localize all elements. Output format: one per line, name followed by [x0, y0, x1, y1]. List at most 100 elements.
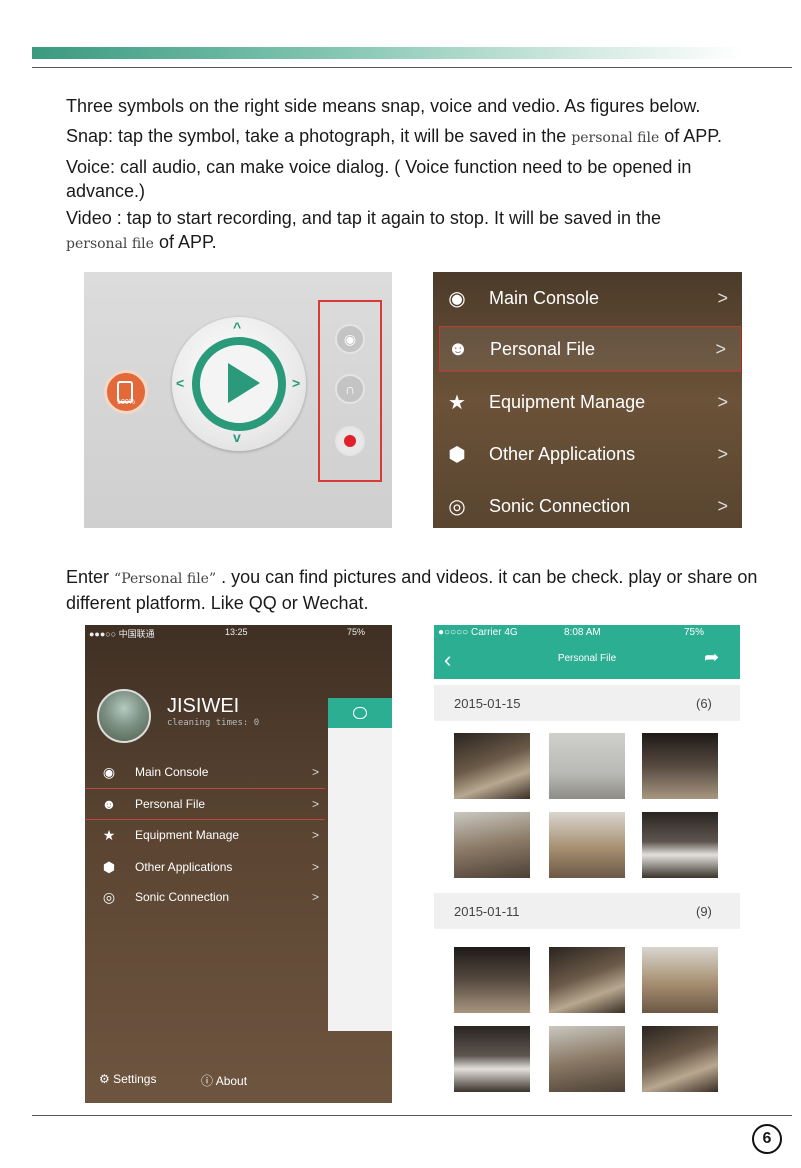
personal-file-icon: ☻ — [101, 796, 117, 812]
chevron-right-icon: > — [311, 765, 319, 779]
drawer-item-main-console[interactable]: ◉ Main Console > — [85, 757, 325, 787]
group-date: 2015-01-15 — [454, 696, 521, 711]
console-icon: ◉ — [448, 287, 466, 310]
drawer-item-personal-file[interactable]: ☻ Personal File > — [85, 788, 325, 820]
photo-thumbnail[interactable] — [642, 733, 718, 799]
main-content-peek[interactable] — [328, 698, 392, 1031]
menu-screenshot: ◉ Main Console > ☻ Personal File > ★ Equ… — [433, 272, 742, 528]
star-icon: ★ — [448, 391, 466, 414]
enter-personal-file: “Personal file” — [114, 571, 217, 587]
menu-icon[interactable] — [353, 707, 367, 719]
avatar[interactable] — [97, 689, 151, 743]
group-count: (6) — [696, 696, 712, 711]
drawer-item-sonic-connection[interactable]: ◎ Sonic Connection > — [85, 882, 325, 912]
console-icon: ◉ — [102, 763, 116, 780]
right-arrow-icon[interactable]: > — [292, 375, 300, 391]
carrier-text: ●○○○○ Carrier 4G — [438, 627, 518, 638]
about-label: About — [215, 1074, 248, 1088]
menu-item-label: Main Console — [489, 287, 600, 308]
drawer-item-label: Other Applications — [135, 860, 233, 874]
photo-thumbnail[interactable] — [549, 733, 625, 799]
play-icon — [228, 363, 260, 403]
menu-item-equipment-manage[interactable]: ★ Equipment Manage > — [433, 376, 742, 428]
chevron-right-icon: > — [717, 495, 728, 516]
menu-item-personal-file[interactable]: ☻ Personal File > — [439, 326, 741, 372]
photo-thumbnail[interactable] — [454, 947, 530, 1013]
status-battery: 75% — [684, 627, 705, 638]
about-button[interactable]: ⓘ About — [201, 1072, 247, 1089]
photo-thumbnail[interactable] — [642, 947, 718, 1013]
snap-text: Snap: tap the symbol, take a photograph,… — [66, 126, 572, 146]
drawer-item-label: Personal File — [135, 797, 206, 811]
menu-item-sonic-connection[interactable]: ◎ Sonic Connection > — [433, 480, 742, 528]
photo-thumbnail[interactable] — [549, 947, 625, 1013]
video-personal-file: personal file — [66, 236, 154, 252]
chevron-right-icon: > — [311, 890, 319, 904]
info-icon: ⓘ — [201, 1074, 214, 1088]
record-icon — [344, 435, 356, 447]
status-battery: 75% — [347, 627, 366, 637]
photo-thumbnail[interactable] — [549, 1026, 625, 1092]
group-date: 2015-01-11 — [454, 904, 520, 919]
cleaning-times: cleaning times: 0 — [167, 718, 260, 728]
drawer-item-label: Main Console — [135, 765, 209, 779]
gallery-screenshot: ●○○○○ Carrier 4G 8:08 AM 75% ‹ Personal … — [434, 625, 740, 1103]
record-button[interactable] — [335, 426, 365, 456]
down-arrow-icon[interactable]: v — [233, 429, 241, 445]
share-icon[interactable]: ➦ — [704, 647, 719, 668]
drawer-screenshot: ●●●○○ 中国联通 13:25 75% JISIWEI cleaning ti… — [85, 625, 392, 1103]
drawer-item-other-applications[interactable]: ⬢ Other Applications > — [85, 852, 325, 882]
group-count: (9) — [696, 904, 712, 919]
date-header: 2015-01-11 (9) — [434, 893, 740, 929]
left-arrow-icon[interactable]: < — [176, 375, 184, 391]
menu-item-label: Equipment Manage — [489, 391, 646, 412]
photo-thumbnail[interactable] — [454, 733, 530, 799]
snap-text-end: of APP. — [659, 126, 722, 146]
photo-thumbnail[interactable] — [454, 1026, 530, 1092]
video-text-end: of APP. — [153, 232, 217, 252]
headphones-icon[interactable]: ∩ — [335, 374, 365, 404]
gear-icon: ⚙ — [99, 1072, 110, 1086]
up-arrow-icon[interactable]: ^ — [233, 319, 241, 335]
nav-title: Personal File — [557, 653, 617, 664]
chevron-right-icon: > — [717, 391, 728, 412]
menu-item-other-applications[interactable]: ⬢ Other Applications > — [433, 428, 742, 480]
enter-paragraph: Enter “Personal file” . you can find pic… — [66, 565, 766, 615]
settings-label: Settings — [113, 1072, 157, 1086]
menu-item-main-console[interactable]: ◉ Main Console > — [433, 272, 742, 324]
header-rule — [32, 67, 792, 68]
symbols-highlight: ◉ ∩ — [318, 300, 382, 482]
sonic-icon: ◎ — [102, 888, 116, 905]
video-text: Video : tap to start recording, and tap … — [66, 208, 662, 228]
direction-dial[interactable]: ^ v < > — [172, 317, 306, 451]
photo-thumbnail[interactable] — [549, 812, 625, 878]
settings-button[interactable]: ⚙ Settings — [99, 1072, 156, 1086]
status-time: 13:25 — [225, 627, 248, 637]
photo-thumbnail[interactable] — [642, 1026, 718, 1092]
play-button[interactable] — [192, 337, 286, 431]
status-bar: ●○○○○ Carrier 4G 8:08 AM 75% — [434, 625, 740, 641]
drawer-item-label: Sonic Connection — [135, 890, 230, 904]
nav-bar: ‹ Personal File ➦ — [434, 641, 740, 679]
battery-percent: 100% — [117, 399, 135, 406]
menu-item-label: Other Applications — [489, 443, 636, 464]
control-screenshot: 100% ^ v < > ◉ ∩ — [84, 272, 392, 528]
personal-file-icon: ☻ — [447, 337, 469, 360]
menu-item-label: Sonic Connection — [489, 495, 631, 516]
footer-rule — [32, 1115, 792, 1116]
photo-thumbnail[interactable] — [642, 812, 718, 878]
enter-text: Enter — [66, 567, 115, 587]
voice-paragraph: Voice: call audio, can make voice dialog… — [66, 157, 692, 201]
photo-thumbnail[interactable] — [454, 812, 530, 878]
chevron-right-icon: > — [311, 860, 319, 874]
carrier-text: ●●●○○ 中国联通 — [89, 629, 155, 639]
status-bar: ●●●○○ 中国联通 13:25 75% — [85, 625, 392, 641]
camera-icon[interactable]: ◉ — [335, 324, 365, 354]
drawer-item-equipment-manage[interactable]: ★ Equipment Manage > — [85, 820, 325, 850]
snap-paragraph: Snap: tap the symbol, take a photograph,… — [66, 124, 766, 150]
header-gradient-bar — [32, 47, 744, 59]
panel-header — [328, 698, 392, 728]
intro-line: Three symbols on the right side means sn… — [66, 96, 701, 116]
chevron-right-icon: > — [717, 287, 728, 308]
star-icon: ★ — [102, 826, 116, 843]
